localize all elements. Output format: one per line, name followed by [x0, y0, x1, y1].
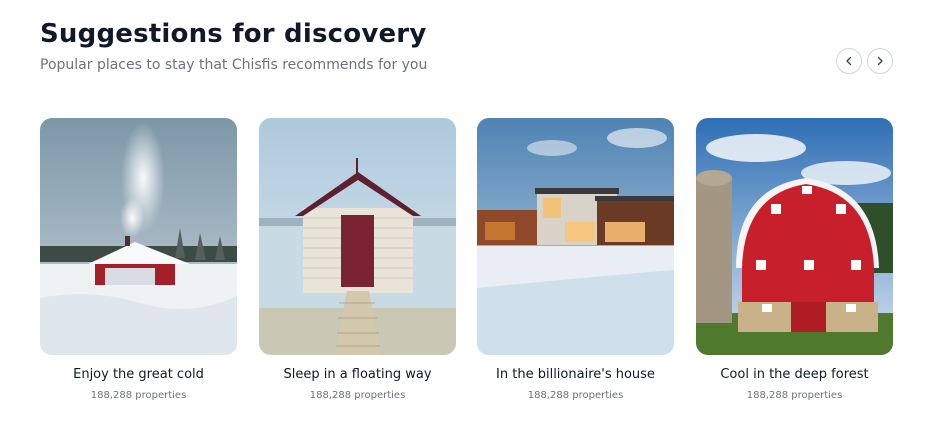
card-property-count: 188,288 properties: [90, 390, 187, 401]
section-subtitle: Popular places to stay that Chisfis reco…: [40, 57, 428, 73]
card-title[interactable]: Sleep in a floating way: [259, 366, 456, 384]
next-button[interactable]: [867, 48, 893, 74]
card-image-boathouse[interactable]: [259, 118, 456, 355]
card-title[interactable]: Cool in the deep forest: [696, 366, 893, 384]
chevron-left-icon: [846, 56, 852, 66]
card-title[interactable]: In the billionaire's house: [477, 366, 674, 384]
card-property-count: 188,288 properties: [746, 390, 843, 401]
card-property-count: 188,288 properties: [309, 390, 406, 401]
prev-button[interactable]: [836, 48, 862, 74]
card-property-count: 188,288 properties: [527, 390, 624, 401]
suggestion-card[interactable]: Sleep in a floating way 188,288 properti…: [259, 118, 456, 403]
suggestion-card[interactable]: Enjoy the great cold 188,288 properties: [40, 118, 237, 403]
suggestion-card[interactable]: Cool in the deep forest 188,288 properti…: [696, 118, 893, 403]
section-title: Suggestions for discovery: [40, 19, 427, 49]
card-title[interactable]: Enjoy the great cold: [40, 366, 237, 384]
card-image-red-barn[interactable]: [696, 118, 893, 355]
suggestion-card[interactable]: In the billionaire's house 188,288 prope…: [477, 118, 674, 403]
discovery-section: Suggestions for discovery Popular places…: [0, 0, 944, 430]
card-image-modern-house[interactable]: [477, 118, 674, 355]
card-image-snowy-cabin[interactable]: [40, 118, 237, 355]
chevron-right-icon: [877, 56, 883, 66]
